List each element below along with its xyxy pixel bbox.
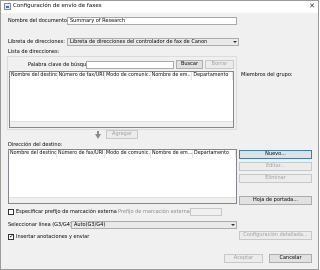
dest-col-department[interactable]: Departamento xyxy=(193,150,236,158)
add-button[interactable]: Agregar xyxy=(106,130,138,139)
title-bar: Configuración de envío de faxes ✕ xyxy=(1,1,318,13)
col-fax-number[interactable]: Número de fax/URI xyxy=(58,72,106,80)
doc-name-label: Nombre del documento: xyxy=(8,18,69,24)
address-book-label: Libreta de direcciones: xyxy=(8,39,65,45)
prefix-checkbox-label: Especificar prefijo de marcación externa xyxy=(16,209,117,215)
close-icon[interactable]: ✕ xyxy=(309,1,315,12)
cancel-button[interactable]: Cancelar xyxy=(269,254,312,263)
detailed-settings-button[interactable]: Configuración detallada... xyxy=(239,231,312,240)
dest-col-destination-name[interactable]: Nombre del destino xyxy=(9,150,57,158)
cover-sheet-button[interactable]: Hoja de portada... xyxy=(239,196,312,205)
edit-destination-button[interactable]: Editar... xyxy=(239,162,312,171)
delete-destination-button[interactable]: Eliminar xyxy=(239,174,312,183)
accept-button[interactable]: Aceptar xyxy=(224,254,263,263)
prefix-checkbox[interactable] xyxy=(8,209,14,215)
dest-col-fax-number[interactable]: Número de fax/URI xyxy=(57,150,105,158)
search-button[interactable]: Buscar xyxy=(176,60,203,69)
prefix-field-label: Prefijo de marcación externa: xyxy=(118,209,192,215)
prefix-input[interactable] xyxy=(190,208,222,216)
destination-scrollbar[interactable] xyxy=(9,197,236,203)
group-members-label: Miembros del grupo: xyxy=(241,72,293,78)
window-title: Configuración de envío de faxes xyxy=(13,3,102,9)
address-list-table[interactable]: Nombre del destino Número de fax/URI Mod… xyxy=(9,71,234,128)
line-select[interactable]: Auto(G3/G4) xyxy=(71,221,237,229)
col-comm-mode[interactable]: Modo de comunic... xyxy=(105,72,151,80)
new-destination-button[interactable]: Nuevo... xyxy=(239,150,312,159)
fax-app-icon xyxy=(4,3,11,10)
address-book-selected: Libreta de direcciones del controlador d… xyxy=(70,39,208,45)
doc-name-input[interactable]: Summary of Research xyxy=(67,17,237,25)
address-book-select[interactable]: Libreta de direcciones del controlador d… xyxy=(67,38,239,46)
dest-col-comm-mode[interactable]: Modo de comunic... xyxy=(105,150,151,158)
line-selected-value: Auto(G3/G4) xyxy=(74,222,106,228)
chevron-down-icon xyxy=(231,224,235,226)
dest-col-company-name[interactable]: Nombre de em... xyxy=(151,150,193,158)
clear-button[interactable]: Borrar xyxy=(205,60,234,69)
chevron-down-icon xyxy=(233,41,237,43)
destination-table[interactable]: Nombre del destino Número de fax/URI Mod… xyxy=(8,149,237,204)
line-select-label: Seleccionar línea (G3/G4): xyxy=(8,222,74,228)
col-company-name[interactable]: Nombre de em... xyxy=(151,72,193,80)
arrow-down-icon xyxy=(95,131,101,139)
address-list-label: Lista de direcciones: xyxy=(8,49,60,55)
annotations-label: Insertar anotaciones y enviar xyxy=(16,234,90,240)
fax-settings-dialog: Configuración de envío de faxes ✕ Nombre… xyxy=(0,0,319,270)
col-destination-name[interactable]: Nombre del destino xyxy=(10,72,58,80)
address-list-scrollbar[interactable] xyxy=(10,121,233,127)
address-list-header: Nombre del destino Número de fax/URI Mod… xyxy=(10,72,233,80)
search-keyword-input[interactable] xyxy=(86,61,174,69)
destination-label: Dirección del destino: xyxy=(8,142,63,148)
destination-header: Nombre del destino Número de fax/URI Mod… xyxy=(9,150,236,158)
annotations-checkbox[interactable] xyxy=(8,233,14,240)
col-department[interactable]: Departamento xyxy=(192,72,233,80)
